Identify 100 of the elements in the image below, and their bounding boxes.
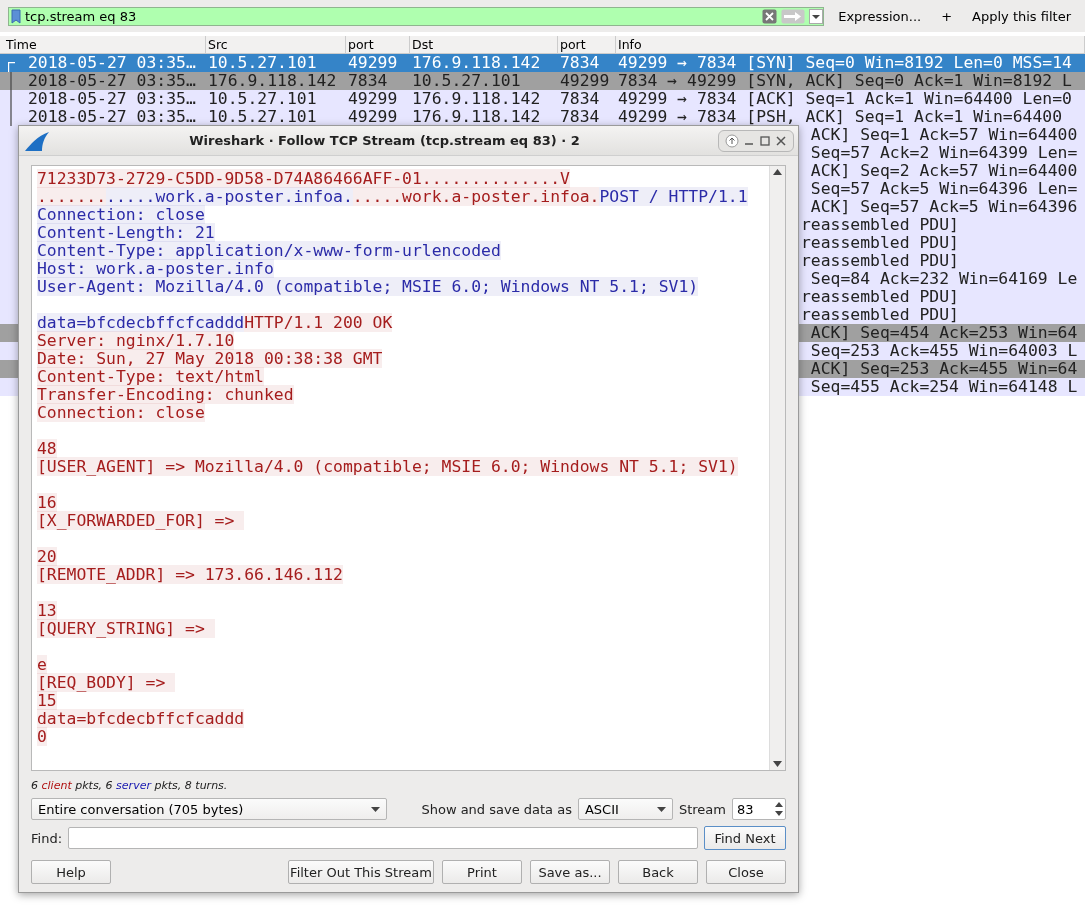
stream-text: Host: work.a-poster.info	[37, 259, 274, 278]
table-cell-text: Seq=253 Ack=455 Win=64003 L	[809, 342, 1078, 360]
table-cell-text: 2018-05-27 03:35…	[27, 54, 196, 72]
dropdown-caret-icon[interactable]	[809, 8, 824, 24]
column-header[interactable]: Time	[4, 36, 206, 53]
close-icon[interactable]	[775, 133, 787, 148]
stream-text: data=bfcdecbffcfcaddd	[37, 313, 245, 332]
table-cell-text: 10.5.27.101	[411, 72, 522, 90]
table-cell-text: 2018-05-27 03:35…	[27, 72, 196, 90]
dialog-button[interactable]: Close	[706, 860, 786, 884]
column-header[interactable]: port	[558, 36, 616, 53]
table-cell-text: 7834	[559, 90, 601, 108]
stream-text: data=bfcdecbffcfcaddd	[37, 709, 245, 728]
table-cell-text: 10.5.27.101	[207, 108, 318, 126]
table-cell-text: ACK] Seq=454 Ack=253 Win=64	[809, 324, 1078, 342]
shark-fin-icon	[23, 129, 51, 152]
dialog-button[interactable]: Print	[442, 860, 522, 884]
packet-row[interactable]: 2018-05-27 03:35… 10.5.27.101 49299 176.9.118.142 7834 49299 → 7834 [SYN] Seq=0 Win=8192 Len=0 MSS=14	[0, 54, 1085, 72]
clear-icon[interactable]	[762, 8, 778, 24]
packet-row[interactable]: 2018-05-27 03:35… 10.5.27.101 49299 176.9.118.142 7834 49299 → 7834 [PSH, ACK] Seq=1 Ack=1 Win=64400	[0, 108, 1085, 126]
maximize-icon[interactable]	[759, 133, 771, 148]
stream-text: 48	[37, 439, 57, 458]
stream-text: .....work.a-poster.infoa.	[106, 187, 353, 206]
packet-row[interactable]: 2018-05-27 03:35… 10.5.27.101 49299 176.9.118.142 7834 49299 → 7834 [ACK] Seq=1 Ack=1 Win=64400 Len=0	[0, 90, 1085, 108]
table-cell-text: ACK] Seq=1 Ack=57 Win=64400	[809, 126, 1078, 144]
scrollbar[interactable]	[769, 166, 785, 770]
dialog-button[interactable]: Help	[31, 860, 111, 884]
find-input-field[interactable]	[68, 827, 698, 849]
stream-text: Server: nginx/1.7.10	[37, 331, 235, 350]
stream-text: Date: Sun, 27 May 2018 00:38:38 GMT	[37, 349, 383, 368]
expression-button[interactable]: Expression...	[832, 8, 928, 24]
stream-text: HTTP/1.1 200 OK	[244, 313, 393, 332]
table-cell-text: 2018-05-27 03:35…	[27, 108, 196, 126]
table-cell: reassembled PDU]	[801, 288, 959, 306]
table-cell: reassembled PDU]	[801, 216, 959, 234]
dialog-button[interactable]: Back	[618, 860, 698, 884]
arrow-up-icon[interactable]	[725, 133, 739, 148]
table-cell-text: Seq=57 Ack=5 Win=64396 Len=	[809, 180, 1078, 198]
table-cell-text: 176.9.118.142	[411, 90, 542, 108]
table-cell-text: 176.9.118.142	[411, 108, 542, 126]
stream-text: 13	[37, 601, 57, 620]
stream-spinbox[interactable]: 83	[732, 798, 786, 820]
format-select[interactable]: ASCII	[577, 798, 673, 820]
stream-text: 20	[37, 547, 57, 566]
apply-filter-button[interactable]: Apply this filter	[966, 8, 1077, 24]
table-cell: reassembled PDU]	[801, 306, 959, 324]
table-cell-text: Seq=57 Ack=2 Win=64399 Len=	[809, 144, 1078, 162]
dialog-button[interactable]: Filter Out This Stream	[288, 860, 434, 884]
spin-arrows-icon[interactable]	[773, 800, 785, 818]
table-cell-text: 49299 → 7834 [SYN] Seq=0 Win=8192 Len=0 MSS=14	[617, 54, 1073, 72]
dropdown-caret-icon	[371, 806, 380, 812]
stream-text: Transfer-Encoding: chunked	[37, 385, 294, 404]
table-cell-text: 7834	[347, 72, 389, 90]
stream-text: 0	[37, 727, 47, 746]
bookmark-icon[interactable]	[11, 8, 21, 24]
conversation-select[interactable]: Entire conversation (705 bytes)	[31, 798, 387, 820]
dialog-button[interactable]: Save as...	[530, 860, 610, 884]
scroll-down-icon[interactable]	[773, 761, 782, 767]
stream-label: Stream	[678, 801, 726, 817]
find-next-button[interactable]: Find Next	[704, 826, 786, 850]
column-header[interactable]: Src	[206, 36, 346, 53]
stream-text: Content-Type: application/x-www-form-urlencoded	[37, 241, 501, 260]
find-label: Find:	[31, 830, 62, 846]
table-cell-text: 7834	[559, 108, 601, 126]
table-cell-text: ACK] Seq=57 Ack=5 Win=64396	[809, 198, 1078, 216]
table-cell-text: 49299	[559, 72, 611, 90]
add-button[interactable]: +	[935, 8, 959, 24]
dropdown-caret-icon	[656, 806, 666, 812]
stream-text-area[interactable]	[31, 165, 786, 771]
stream-text: 71233D73-2729-C5DD-9D58-D74A86466AFF-01..............V	[37, 169, 570, 188]
table-cell-text: 49299 → 7834 [PSH, ACK] Seq=1 Ack=1 Win=64400	[617, 108, 1064, 126]
table-cell-text: Seq=84 Ack=232 Win=64169 Le	[809, 270, 1078, 288]
table-cell-text: 10.5.27.101	[207, 54, 318, 72]
table-cell-text: 7834	[559, 54, 601, 72]
stream-text: .....work.a-poster.infoa.	[352, 187, 600, 206]
stream-text: [REMOTE_ADDR] => 173.66.146.112	[37, 565, 343, 584]
packet-row[interactable]: 2018-05-27 03:35… 176.9.118.142 7834 10.5.27.101 49299 7834 → 49299 [SYN, ACK] Seq=0 Ack=1 Win=8192 L	[0, 72, 1085, 90]
stream-text: User-Agent: Mozilla/4.0 (compatible; MSIE 6.0; Windows NT 5.1; SV1)	[37, 277, 699, 296]
table-cell: reassembled PDU]	[801, 234, 959, 252]
column-header[interactable]: Info	[616, 36, 1085, 53]
table-cell-text: 176.9.118.142	[411, 54, 542, 72]
table-cell-text: 49299	[347, 54, 399, 72]
stream-summary: 6 client pkts, 6 server pkts, 8 turns.	[31, 779, 229, 792]
table-cell-text: ACK] Seq=2 Ack=57 Win=64400	[809, 162, 1078, 180]
stream-text: 16	[37, 493, 57, 512]
table-cell-text: 49299	[347, 108, 399, 126]
stream-text: [X_FORWARDED_FOR] =>	[37, 511, 245, 530]
table-cell-text: 10.5.27.101	[207, 90, 318, 108]
table-cell-text: 2018-05-27 03:35…	[27, 90, 196, 108]
scroll-up-icon[interactable]	[773, 169, 782, 175]
conversation-bracket-icon	[7, 62, 15, 72]
column-header[interactable]: Dst	[410, 36, 558, 53]
table-cell: reassembled PDU]	[801, 252, 959, 270]
column-header[interactable]: port	[346, 36, 410, 53]
stream-text: .......	[37, 187, 107, 206]
show-as-label: Show and save data as	[421, 801, 572, 817]
display-filter-field[interactable]: tcp.stream eq 83	[8, 6, 825, 26]
filter-text: tcp.stream eq 83	[25, 8, 138, 24]
stream-text: e	[37, 655, 47, 674]
stream-text: POST / HTTP/1.1	[599, 187, 748, 206]
